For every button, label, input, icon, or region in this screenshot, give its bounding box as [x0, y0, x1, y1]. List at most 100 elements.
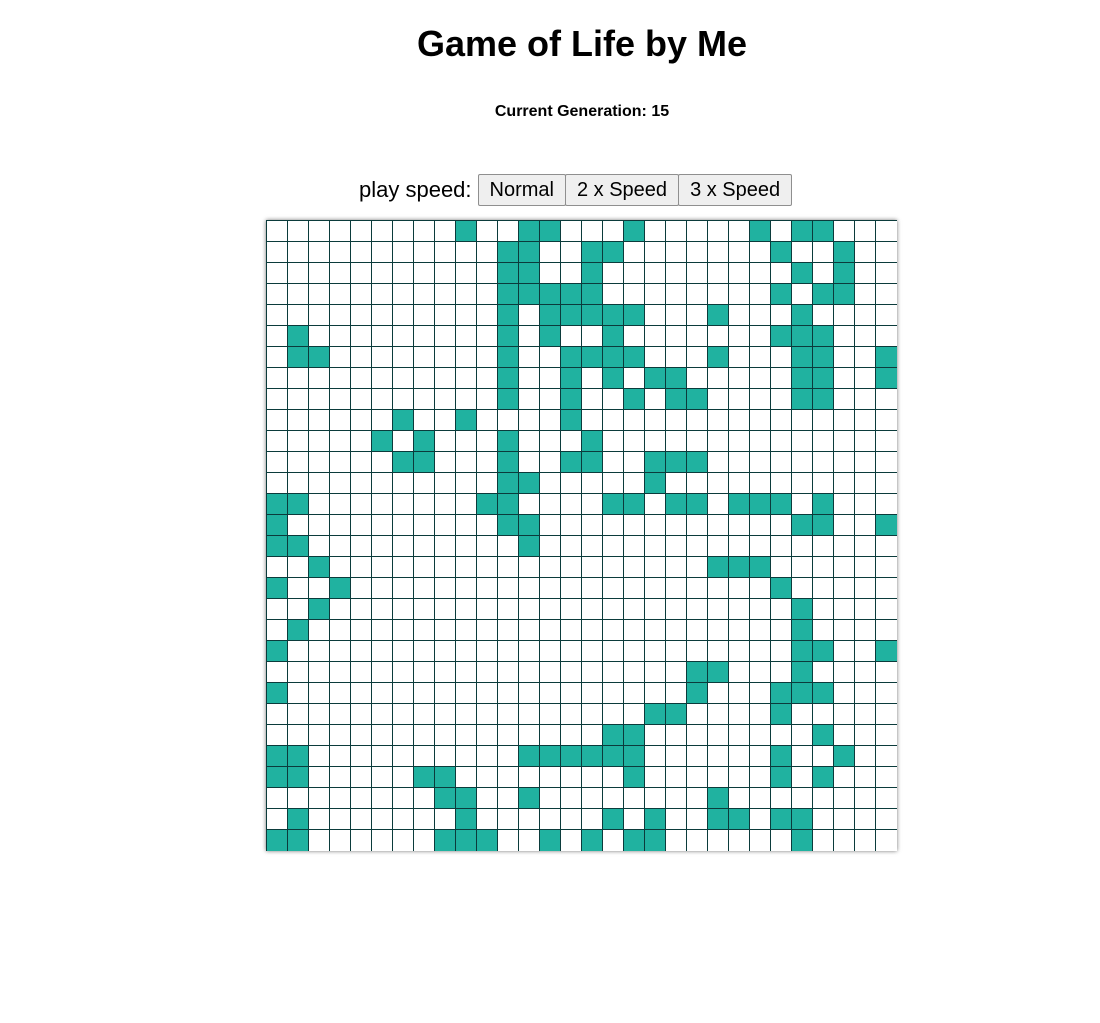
live-cell[interactable] [666, 494, 687, 515]
dead-cell[interactable] [309, 473, 330, 494]
live-cell[interactable] [540, 221, 561, 242]
dead-cell[interactable] [540, 557, 561, 578]
live-cell[interactable] [603, 368, 624, 389]
dead-cell[interactable] [792, 788, 813, 809]
dead-cell[interactable] [771, 368, 792, 389]
dead-cell[interactable] [435, 536, 456, 557]
dead-cell[interactable] [456, 242, 477, 263]
dead-cell[interactable] [687, 263, 708, 284]
dead-cell[interactable] [876, 683, 897, 704]
dead-cell[interactable] [582, 368, 603, 389]
dead-cell[interactable] [729, 662, 750, 683]
dead-cell[interactable] [309, 305, 330, 326]
dead-cell[interactable] [687, 578, 708, 599]
dead-cell[interactable] [813, 809, 834, 830]
dead-cell[interactable] [372, 284, 393, 305]
dead-cell[interactable] [288, 641, 309, 662]
live-cell[interactable] [288, 830, 309, 851]
dead-cell[interactable] [540, 410, 561, 431]
live-cell[interactable] [582, 830, 603, 851]
dead-cell[interactable] [645, 284, 666, 305]
dead-cell[interactable] [876, 452, 897, 473]
dead-cell[interactable] [393, 305, 414, 326]
live-cell[interactable] [582, 746, 603, 767]
dead-cell[interactable] [582, 515, 603, 536]
dead-cell[interactable] [519, 809, 540, 830]
dead-cell[interactable] [750, 368, 771, 389]
dead-cell[interactable] [393, 704, 414, 725]
live-cell[interactable] [876, 515, 897, 536]
dead-cell[interactable] [540, 389, 561, 410]
dead-cell[interactable] [750, 809, 771, 830]
dead-cell[interactable] [603, 641, 624, 662]
live-cell[interactable] [498, 389, 519, 410]
dead-cell[interactable] [561, 557, 582, 578]
dead-cell[interactable] [267, 725, 288, 746]
dead-cell[interactable] [477, 347, 498, 368]
live-cell[interactable] [477, 830, 498, 851]
dead-cell[interactable] [855, 599, 876, 620]
live-cell[interactable] [435, 830, 456, 851]
dead-cell[interactable] [729, 725, 750, 746]
dead-cell[interactable] [330, 662, 351, 683]
dead-cell[interactable] [750, 599, 771, 620]
dead-cell[interactable] [624, 620, 645, 641]
dead-cell[interactable] [813, 578, 834, 599]
dead-cell[interactable] [645, 431, 666, 452]
dead-cell[interactable] [708, 389, 729, 410]
dead-cell[interactable] [540, 347, 561, 368]
dead-cell[interactable] [372, 515, 393, 536]
live-cell[interactable] [645, 452, 666, 473]
dead-cell[interactable] [435, 389, 456, 410]
live-cell[interactable] [666, 704, 687, 725]
live-cell[interactable] [414, 431, 435, 452]
live-cell[interactable] [708, 662, 729, 683]
dead-cell[interactable] [876, 431, 897, 452]
live-cell[interactable] [519, 788, 540, 809]
live-cell[interactable] [603, 326, 624, 347]
dead-cell[interactable] [876, 242, 897, 263]
dead-cell[interactable] [855, 347, 876, 368]
dead-cell[interactable] [498, 557, 519, 578]
dead-cell[interactable] [372, 830, 393, 851]
live-cell[interactable] [624, 221, 645, 242]
live-cell[interactable] [540, 326, 561, 347]
live-cell[interactable] [876, 641, 897, 662]
dead-cell[interactable] [309, 494, 330, 515]
dead-cell[interactable] [498, 725, 519, 746]
dead-cell[interactable] [645, 788, 666, 809]
dead-cell[interactable] [351, 641, 372, 662]
dead-cell[interactable] [855, 725, 876, 746]
live-cell[interactable] [519, 284, 540, 305]
dead-cell[interactable] [288, 389, 309, 410]
dead-cell[interactable] [624, 473, 645, 494]
dead-cell[interactable] [540, 368, 561, 389]
dead-cell[interactable] [519, 578, 540, 599]
dead-cell[interactable] [708, 536, 729, 557]
dead-cell[interactable] [456, 305, 477, 326]
dead-cell[interactable] [330, 473, 351, 494]
dead-cell[interactable] [813, 473, 834, 494]
dead-cell[interactable] [477, 599, 498, 620]
dead-cell[interactable] [393, 431, 414, 452]
dead-cell[interactable] [750, 347, 771, 368]
dead-cell[interactable] [477, 221, 498, 242]
live-cell[interactable] [561, 452, 582, 473]
live-cell[interactable] [561, 410, 582, 431]
dead-cell[interactable] [435, 494, 456, 515]
dead-cell[interactable] [708, 242, 729, 263]
dead-cell[interactable] [372, 641, 393, 662]
dead-cell[interactable] [687, 515, 708, 536]
dead-cell[interactable] [645, 578, 666, 599]
dead-cell[interactable] [624, 242, 645, 263]
live-cell[interactable] [813, 326, 834, 347]
dead-cell[interactable] [687, 725, 708, 746]
dead-cell[interactable] [351, 305, 372, 326]
dead-cell[interactable] [750, 515, 771, 536]
dead-cell[interactable] [855, 809, 876, 830]
live-cell[interactable] [435, 788, 456, 809]
dead-cell[interactable] [435, 284, 456, 305]
dead-cell[interactable] [498, 809, 519, 830]
dead-cell[interactable] [687, 284, 708, 305]
dead-cell[interactable] [414, 830, 435, 851]
